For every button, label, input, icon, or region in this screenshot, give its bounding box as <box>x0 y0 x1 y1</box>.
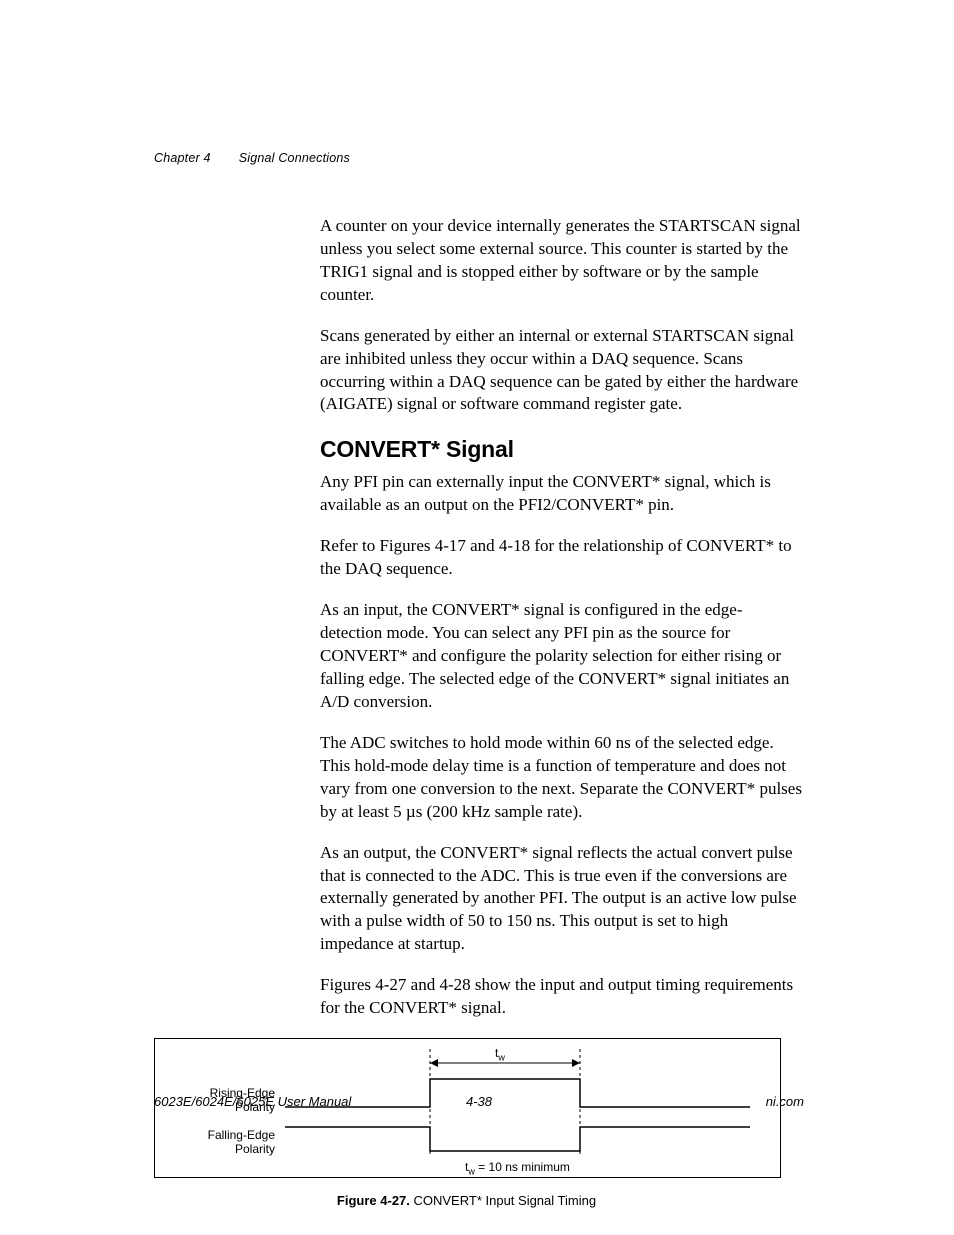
figure-number: Figure 4-27. <box>337 1193 410 1208</box>
paragraph: Any PFI pin can externally input the CON… <box>320 471 804 517</box>
body-column: A counter on your device internally gene… <box>320 215 804 1020</box>
footer-page-number: 4-38 <box>154 1093 804 1111</box>
paragraph: Refer to Figures 4-17 and 4-18 for the r… <box>320 535 804 581</box>
paragraph: As an output, the CONVERT* signal reflec… <box>320 842 804 957</box>
paragraph: As an input, the CONVERT* signal is conf… <box>320 599 804 714</box>
page-footer: 6023E/6024E/6025E User Manual 4-38 ni.co… <box>154 1093 804 1111</box>
section-heading: CONVERT* Signal <box>320 434 804 465</box>
paragraph: Scans generated by either an internal or… <box>320 325 804 417</box>
paragraph: The ADC switches to hold mode within 60 … <box>320 732 804 824</box>
running-header: Chapter 4 Signal Connections <box>154 150 804 167</box>
figure-caption: Figure 4-27. CONVERT* Input Signal Timin… <box>154 1192 779 1210</box>
section-label: Signal Connections <box>239 151 350 165</box>
chapter-label: Chapter 4 <box>154 151 211 165</box>
figure-title: CONVERT* Input Signal Timing <box>410 1193 596 1208</box>
paragraph: Figures 4-27 and 4-28 show the input and… <box>320 974 804 1020</box>
paragraph: A counter on your device internally gene… <box>320 215 804 307</box>
